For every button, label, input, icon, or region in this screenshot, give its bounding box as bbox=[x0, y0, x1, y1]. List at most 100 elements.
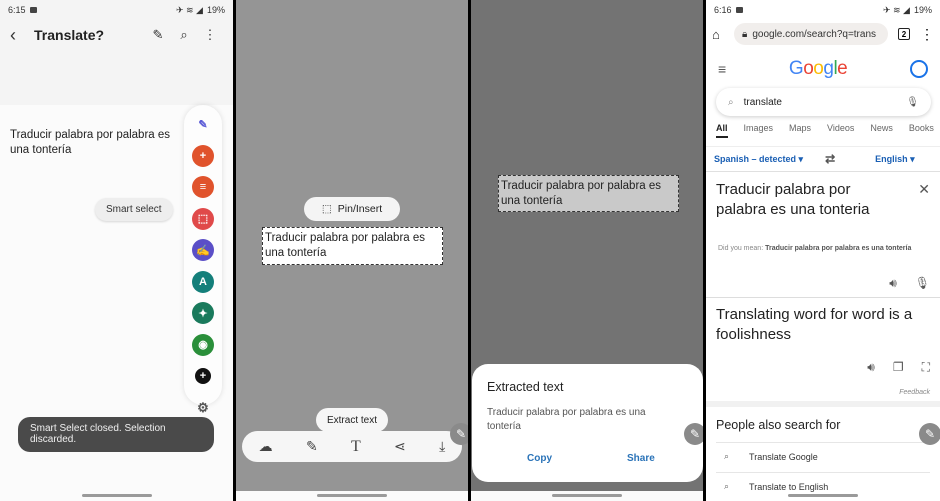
lock-icon: 🔒︎ bbox=[742, 28, 748, 40]
panel-extracted-text: Traducir palabra por palabra es una tont… bbox=[471, 0, 703, 501]
selection-box[interactable]: Traducir palabra por palabra es una tont… bbox=[262, 227, 443, 265]
search-box[interactable]: ⌕ translate 🎙︎ bbox=[716, 88, 931, 116]
status-bar: 6:16 ✈ ≋ ◢ 19% bbox=[706, 0, 940, 20]
speaker-icon[interactable]: 🔊︎ bbox=[867, 360, 875, 375]
section-gap bbox=[706, 401, 940, 407]
clear-icon[interactable]: ✕ bbox=[918, 181, 930, 198]
more-icon[interactable]: ⋮ bbox=[197, 27, 223, 43]
app-bar: ‹ Translate? ✎ ⌕ ⋮ bbox=[0, 20, 233, 50]
did-you-mean[interactable]: Did you mean: Traducir palabra por palab… bbox=[718, 245, 911, 252]
lasso-icon[interactable]: ☁ bbox=[259, 438, 273, 455]
battery-level: 19% bbox=[206, 5, 225, 15]
panel-smart-select: ⬚ Pin/Insert Traducir palabra por palabr… bbox=[236, 0, 468, 501]
status-bar: 6:15 ✈ ≋ ◢ 19% bbox=[0, 0, 233, 20]
home-indicator[interactable] bbox=[317, 494, 387, 497]
tab-images[interactable]: Images bbox=[744, 123, 774, 138]
smart-select-icon[interactable]: ⬚ bbox=[192, 207, 214, 230]
translate-icon[interactable]: A bbox=[192, 270, 214, 293]
clock: 6:16 bbox=[714, 5, 732, 15]
home-indicator[interactable] bbox=[788, 494, 858, 497]
signal-icon: ✈ ≋ ◢ bbox=[175, 4, 203, 15]
related-search-item[interactable]: ⌕ Translate Google bbox=[716, 442, 930, 470]
panel-google-translate: 6:16 ✈ ≋ ◢ 19% ⌂ 🔒︎ google.com/search?q=t… bbox=[706, 0, 940, 501]
pin-insert-button[interactable]: ⬚ Pin/Insert bbox=[304, 197, 400, 221]
notification-icon bbox=[29, 7, 37, 13]
feedback-link[interactable]: Feedback bbox=[899, 389, 930, 396]
eye-icon[interactable]: ◉ bbox=[192, 333, 214, 356]
pen-icon[interactable]: ✎ bbox=[192, 113, 214, 135]
edge-panel: ✎ + ≡ ⬚ ✍ A ✦ ◉ + ⚙ bbox=[184, 105, 222, 415]
calendar-icon[interactable]: ✦ bbox=[192, 302, 214, 324]
logo-letter: G bbox=[788, 58, 804, 79]
people-also-search-heading: People also search for bbox=[716, 418, 841, 432]
mic-icon[interactable]: 🎙︎ bbox=[915, 276, 930, 291]
add-icon[interactable]: + bbox=[195, 368, 211, 384]
smart-select-toolbar: ☁ ✎ T ⋖ ⤓ bbox=[242, 431, 462, 462]
copy-button[interactable]: Copy bbox=[527, 453, 552, 464]
sheet-title: Extracted text bbox=[487, 380, 564, 394]
home-icon[interactable]: ⌂ bbox=[712, 27, 734, 42]
search-query: translate bbox=[743, 96, 782, 108]
google-logo[interactable]: Google bbox=[788, 58, 848, 80]
signal-icon: ✈ ≋ ◢ bbox=[882, 4, 910, 15]
share-icon[interactable]: ⋖ bbox=[394, 438, 406, 455]
divider bbox=[706, 297, 940, 298]
tab-switcher[interactable]: 2 bbox=[898, 28, 910, 40]
source-actions: 🔊︎ 🎙︎ bbox=[889, 276, 930, 291]
pen-fab-icon[interactable]: ✎ bbox=[919, 423, 940, 445]
tab-books[interactable]: Books bbox=[909, 123, 934, 138]
tab-maps[interactable]: Maps bbox=[789, 123, 811, 138]
url-text: google.com/search?q=trans bbox=[752, 28, 877, 40]
edit-icon[interactable]: ✎ bbox=[145, 27, 171, 43]
logo-letter: e bbox=[837, 58, 848, 79]
extracted-text[interactable]: Traducir palabra por palabra es una tont… bbox=[487, 406, 657, 434]
settings-icon[interactable]: ⚙ bbox=[192, 397, 214, 419]
browser-toolbar: ⌂ 🔒︎ google.com/search?q=trans 2 ⋮ bbox=[706, 20, 940, 48]
tab-videos[interactable]: Videos bbox=[827, 123, 854, 138]
search-icon: ⌕ bbox=[728, 96, 734, 108]
fullscreen-icon[interactable]: ⛶ bbox=[922, 360, 930, 375]
save-icon[interactable]: ⤓ bbox=[439, 438, 445, 455]
back-icon[interactable]: ‹ bbox=[10, 25, 34, 46]
source-language-select[interactable]: Spanish – detected ▾ bbox=[714, 154, 803, 165]
pen-fab-icon[interactable]: ✎ bbox=[684, 423, 703, 445]
target-language-select[interactable]: English ▾ bbox=[875, 154, 915, 165]
address-bar[interactable]: 🔒︎ google.com/search?q=trans bbox=[734, 23, 888, 45]
related-search-label: Translate to English bbox=[749, 481, 829, 492]
extract-text-tooltip: Extract text bbox=[316, 408, 388, 432]
hamburger-icon[interactable]: ≡ bbox=[718, 61, 726, 77]
output-actions: 🔊︎ ❐ ⛶ bbox=[867, 360, 930, 375]
search-icon: ⌕ bbox=[724, 451, 730, 461]
home-indicator[interactable] bbox=[552, 494, 622, 497]
did-you-mean-value: Traducir palabra por palabra es una tont… bbox=[765, 245, 912, 252]
menu-icon[interactable]: ⋮ bbox=[920, 26, 934, 43]
mic-icon[interactable]: 🎙︎ bbox=[906, 97, 919, 108]
pencil-icon[interactable]: ✎ bbox=[306, 438, 318, 455]
target-language: English bbox=[875, 153, 908, 164]
add-note-icon[interactable]: + bbox=[192, 144, 214, 167]
battery-level: 19% bbox=[913, 5, 932, 15]
logo-letter: o bbox=[813, 58, 824, 79]
page-title: Translate? bbox=[34, 27, 105, 43]
copy-icon[interactable]: ❐ bbox=[893, 360, 904, 375]
pen-fab-icon[interactable]: ✎ bbox=[450, 423, 468, 445]
swap-languages-icon[interactable]: ⇄ bbox=[825, 152, 835, 166]
account-icon[interactable] bbox=[910, 60, 928, 78]
pin-insert-label: Pin/Insert bbox=[337, 203, 383, 215]
note-text[interactable]: Traducir palabra por palabra es una tont… bbox=[10, 128, 190, 158]
related-search-label: Translate Google bbox=[749, 451, 818, 462]
speaker-icon[interactable]: 🔊︎ bbox=[889, 276, 897, 291]
tab-all[interactable]: All bbox=[716, 123, 728, 138]
search-tabs: All Images Maps Videos News Books bbox=[716, 123, 940, 138]
did-you-mean-label: Did you mean: bbox=[718, 245, 764, 252]
search-icon[interactable]: ⌕ bbox=[171, 27, 197, 43]
selection-box: Traducir palabra por palabra es una tont… bbox=[498, 175, 679, 212]
share-button[interactable]: Share bbox=[627, 453, 655, 464]
home-indicator[interactable] bbox=[81, 494, 152, 497]
text-icon[interactable]: T bbox=[351, 438, 361, 456]
notes-icon[interactable]: ≡ bbox=[192, 176, 214, 198]
source-text-input[interactable]: Traducir palabra por palabra es una tont… bbox=[716, 180, 896, 220]
tab-news[interactable]: News bbox=[870, 123, 893, 138]
write-icon[interactable]: ✍ bbox=[192, 239, 214, 261]
toast-message: Smart Select closed. Selection discarded… bbox=[18, 417, 214, 452]
